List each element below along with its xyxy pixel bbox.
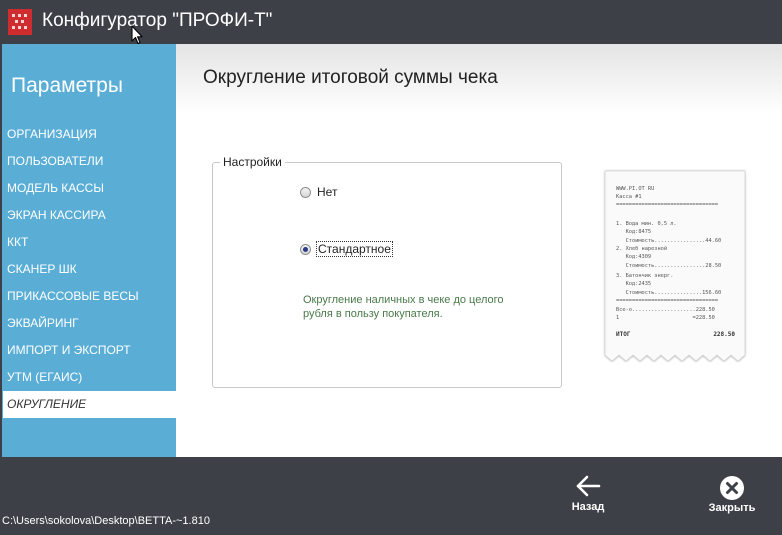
sidebar-item-acquiring[interactable]: ЭКВАЙРИНГ	[3, 310, 176, 337]
receipt-line: Код:4309	[616, 254, 652, 260]
sidebar-item-rounding[interactable]: ОКРУГЛЕНИЕ	[3, 391, 176, 418]
settings-legend: Настройки	[220, 155, 285, 169]
settings-group	[212, 162, 562, 388]
close-circle-icon	[720, 476, 744, 500]
receipt-line: ================================	[616, 202, 719, 208]
receipt-line: Стоимость................44.60	[616, 238, 722, 244]
receipt-preview: WWW.PI.OT RU Касса #1 ==================…	[604, 170, 746, 363]
radio-label-standard[interactable]: Стандартное	[316, 241, 393, 257]
sidebar-item-users[interactable]: ПОЛЬЗОВАТЕЛИ	[3, 148, 176, 175]
back-button[interactable]: Назад	[548, 475, 628, 525]
receipt-line: Стоимость................28.50	[616, 263, 722, 269]
receipt-total-label: ИТОГ	[616, 331, 631, 338]
radio-option-none[interactable]: Нет	[300, 185, 338, 199]
receipt-line: Код:8475	[616, 229, 652, 235]
rounding-description: Округление наличных в чеке до целого руб…	[303, 294, 504, 320]
receipt-line: WWW.PI.OT RU	[616, 186, 655, 192]
sidebar-item-utm-egais[interactable]: УТМ (ЕГАИС)	[3, 364, 176, 391]
sidebar-item-import-export[interactable]: ИМПОРТ И ЭКСПОРТ	[3, 337, 176, 364]
receipt-line: 3. Батончик энерг.	[616, 273, 674, 279]
arrow-left-icon	[576, 475, 601, 497]
sidebar-item-organization[interactable]: ОРГАНИЗАЦИЯ	[3, 121, 176, 148]
sidebar-item-barcode-scanner[interactable]: СКАНЕР ШК	[3, 256, 176, 283]
receipt-line: Стоимость...............156.60	[616, 290, 722, 296]
window-title: Конфигуратор "ПРОФИ-Т"	[42, 10, 273, 31]
radio-button-standard[interactable]	[300, 243, 311, 255]
page-title: Округление итоговой суммы чека	[203, 67, 498, 88]
sidebar-heading: Параметры	[11, 74, 123, 97]
sidebar: Параметры ОРГАНИЗАЦИЯ ПОЛЬЗОВАТЕЛИ МОДЕЛ…	[2, 44, 176, 457]
back-button-label: Назад	[571, 501, 605, 513]
radio-option-standard[interactable]: Стандартное	[300, 241, 393, 257]
sidebar-item-cashier-screen[interactable]: ЭКРАН КАССИРА	[3, 202, 176, 229]
receipt-line: Все-о....................228.50	[616, 307, 715, 313]
sidebar-item-scales[interactable]: ПРИКАССОВЫЕ ВЕСЫ	[3, 283, 176, 310]
receipt-line: 1. Вода мин. 0,5 л.	[616, 221, 677, 227]
status-path: C:\Users\sokolova\Desktop\BETTA-~1.810	[2, 515, 210, 527]
close-button[interactable]: Закрыть	[692, 475, 772, 525]
mouse-cursor-icon	[131, 25, 143, 50]
content-panel: Округление итоговой суммы чека Настройки…	[176, 44, 782, 457]
receipt-line: Код:2435	[616, 281, 652, 287]
sidebar-item-register-model[interactable]: МОДЕЛЬ КАССЫ	[3, 175, 176, 202]
receipt-line: Касса #1	[616, 194, 642, 200]
radio-label-none[interactable]: Нет	[316, 185, 338, 199]
receipt-total-value: 228.50	[713, 331, 735, 338]
receipt-line: 2. Хлеб нарезной	[616, 246, 668, 252]
title-bar: Конфигуратор "ПРОФИ-Т"	[0, 0, 782, 44]
close-button-label: Закрыть	[708, 502, 756, 514]
radio-button-none[interactable]	[300, 186, 311, 198]
sidebar-item-kkt[interactable]: ККТ	[3, 229, 176, 256]
app-logo-icon	[8, 9, 32, 35]
receipt-line: ================================	[616, 298, 719, 304]
receipt-line: 1 =228.50	[616, 315, 715, 321]
